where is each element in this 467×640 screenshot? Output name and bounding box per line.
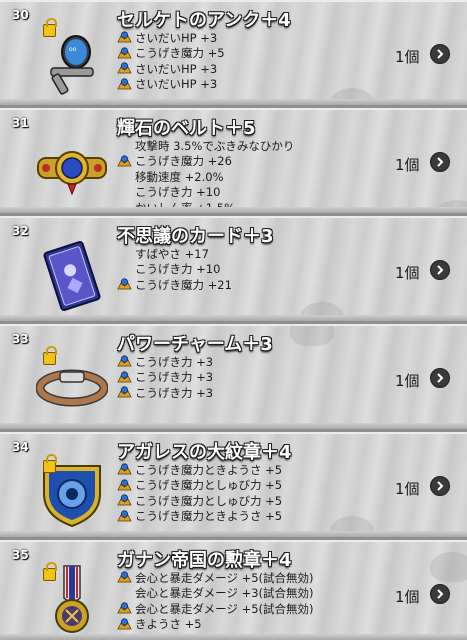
list-item[interactable]: 30 oo セルケトのアンク＋4 さいだいHP +3 こうげき魔力 +5 さいだ… (0, 0, 467, 108)
detail-arrow-button[interactable] (430, 368, 450, 388)
list-item[interactable]: 31 輝石のベルト＋5 攻撃時 3.5%でぶきみなひかり こうげき魔力 +26 … (0, 108, 467, 216)
stat-list: さいだいHP +3 こうげき魔力 +5 さいだいHP +3 さいだいHP +3 (117, 30, 225, 92)
slime-watermark (430, 552, 467, 582)
item-quantity: 1個 (395, 480, 420, 498)
item-number: 31 (12, 116, 29, 130)
lock-icon (43, 346, 57, 365)
blue-ribbon-mark-icon (117, 510, 135, 523)
stat-line: こうげき魔力としゅび力 +5 (117, 493, 282, 509)
item-number: 33 (12, 332, 29, 346)
stat-line: かいしん率 +1.5% (135, 200, 236, 215)
stat-line: さいだいHP +3 (117, 77, 225, 93)
blue-ribbon-mark-icon (117, 155, 135, 168)
detail-arrow-button[interactable] (430, 260, 450, 280)
stat-list: こうげき魔力ときようさ +5 こうげき魔力としゅび力 +5 こうげき魔力としゅび… (117, 462, 282, 524)
stat-line: すばやさ +17 (135, 246, 209, 261)
item-name: 輝石のベルト＋5 (117, 118, 256, 139)
slime-watermark (330, 88, 374, 105)
stat-list: 攻撃時 3.5%でぶきみなひかり こうげき魔力 +26 移動速度 +2.0% こ… (117, 138, 295, 215)
blue-ribbon-mark-icon (117, 602, 135, 615)
stat-line: 攻撃時 3.5%でぶきみなひかり (135, 138, 295, 153)
blue-ribbon-mark-icon (117, 31, 135, 44)
blue-ribbon-mark-icon (117, 371, 135, 384)
item-name: セルケトのアンク＋4 (117, 10, 291, 31)
item-quantity: 1個 (395, 264, 420, 282)
slime-watermark (435, 200, 467, 213)
blue-ribbon-mark-icon (117, 463, 135, 476)
slime-watermark (330, 516, 374, 537)
chevron-right-icon (437, 49, 444, 59)
blue-ribbon-mark-icon (117, 62, 135, 75)
item-quantity: 1個 (395, 48, 420, 66)
list-item[interactable]: 34 アガレスの大紋章＋4 こうげき魔力ときようさ +5 こうげき魔力としゅび力… (0, 432, 467, 540)
stat-line: こうげき力 +10 (135, 262, 221, 277)
item-name: アガレスの大紋章＋4 (117, 442, 292, 463)
item-number: 35 (12, 548, 29, 562)
stat-line: こうげき魔力 +26 (117, 154, 294, 170)
mystery-card-icon (36, 240, 108, 312)
item-name: 不思議のカード＋3 (117, 226, 274, 247)
item-number: 30 (12, 8, 29, 22)
blue-ribbon-mark-icon (117, 479, 135, 492)
item-quantity: 1個 (395, 588, 420, 606)
slime-watermark (290, 326, 334, 346)
stat-line: 会心と暴走ダメージ +5(試合無効) (117, 570, 314, 586)
stat-line: きようさ +5 (117, 617, 314, 633)
blue-ribbon-mark-icon (117, 571, 135, 584)
svg-text:oo: oo (69, 46, 77, 53)
chevron-right-icon (437, 157, 444, 167)
item-name: ガナン帝国の勲章＋4 (117, 550, 292, 571)
item-quantity: 1個 (395, 156, 420, 174)
chevron-right-icon (437, 373, 444, 383)
stat-line: 会心と暴走ダメージ +5(試合無効) (117, 601, 314, 617)
lock-icon (43, 18, 57, 37)
detail-arrow-button[interactable] (430, 44, 450, 64)
blue-ribbon-mark-icon (117, 494, 135, 507)
slime-watermark (300, 302, 344, 321)
chevron-right-icon (437, 589, 444, 599)
blue-ribbon-mark-icon (117, 618, 135, 631)
stat-list: すばやさ +17 こうげき力 +10 こうげき魔力 +21 (117, 246, 232, 293)
blue-ribbon-mark-icon (117, 386, 135, 399)
stat-line: 会心と暴走ダメージ +3(試合無効) (135, 586, 314, 601)
stat-line: 移動速度 +2.0% (135, 169, 224, 184)
stat-line: こうげき魔力ときようさ +5 (117, 509, 282, 525)
stat-line: こうげき力 +3 (117, 354, 213, 370)
lock-icon (43, 562, 57, 581)
list-item[interactable]: 32 不思議のカード＋3 すばやさ +17 こうげき力 +10 こうげき魔力 +… (0, 216, 467, 324)
chevron-right-icon (437, 265, 444, 275)
stat-list: こうげき力 +3 こうげき力 +3 こうげき力 +3 (117, 354, 213, 401)
stat-line: こうげき魔力 +21 (117, 277, 232, 293)
stat-line: こうげき力 +3 (117, 370, 213, 386)
equipment-list: 30 oo セルケトのアンク＋4 さいだいHP +3 こうげき魔力 +5 さいだ… (0, 0, 467, 640)
list-item[interactable]: 35 ガナン帝国の勲章＋4 会心と暴走ダメージ +5(試合無効) 会心と暴走ダメ… (0, 540, 467, 640)
blue-ribbon-mark-icon (117, 278, 135, 291)
stat-line: こうげき魔力ときようさ +5 (117, 462, 282, 478)
stat-line: こうげき魔力としゅび力 +5 (117, 478, 282, 494)
blue-ribbon-mark-icon (117, 78, 135, 91)
stat-list: 会心と暴走ダメージ +5(試合無効) 会心と暴走ダメージ +3(試合無効) 会心… (117, 570, 314, 632)
list-item[interactable]: 33 パワーチャーム＋3 こうげき力 +3 こうげき力 +3 こうげき力 +3 … (0, 324, 467, 432)
blue-ribbon-mark-icon (117, 355, 135, 368)
lock-icon (43, 454, 57, 473)
blue-ribbon-mark-icon (117, 47, 135, 60)
chevron-right-icon (437, 481, 444, 491)
item-name: パワーチャーム＋3 (117, 334, 273, 355)
item-number: 34 (12, 440, 29, 454)
item-quantity: 1個 (395, 372, 420, 390)
jeweled-belt-icon (36, 132, 108, 204)
stat-line: さいだいHP +3 (117, 30, 225, 46)
stat-line: さいだいHP +3 (117, 61, 225, 77)
detail-arrow-button[interactable] (430, 476, 450, 496)
detail-arrow-button[interactable] (430, 152, 450, 172)
item-number: 32 (12, 224, 29, 238)
detail-arrow-button[interactable] (430, 584, 450, 604)
stat-line: こうげき力 +3 (117, 385, 213, 401)
stat-line: こうげき魔力 +5 (117, 46, 225, 62)
stat-line: こうげき力 +10 (135, 185, 221, 200)
